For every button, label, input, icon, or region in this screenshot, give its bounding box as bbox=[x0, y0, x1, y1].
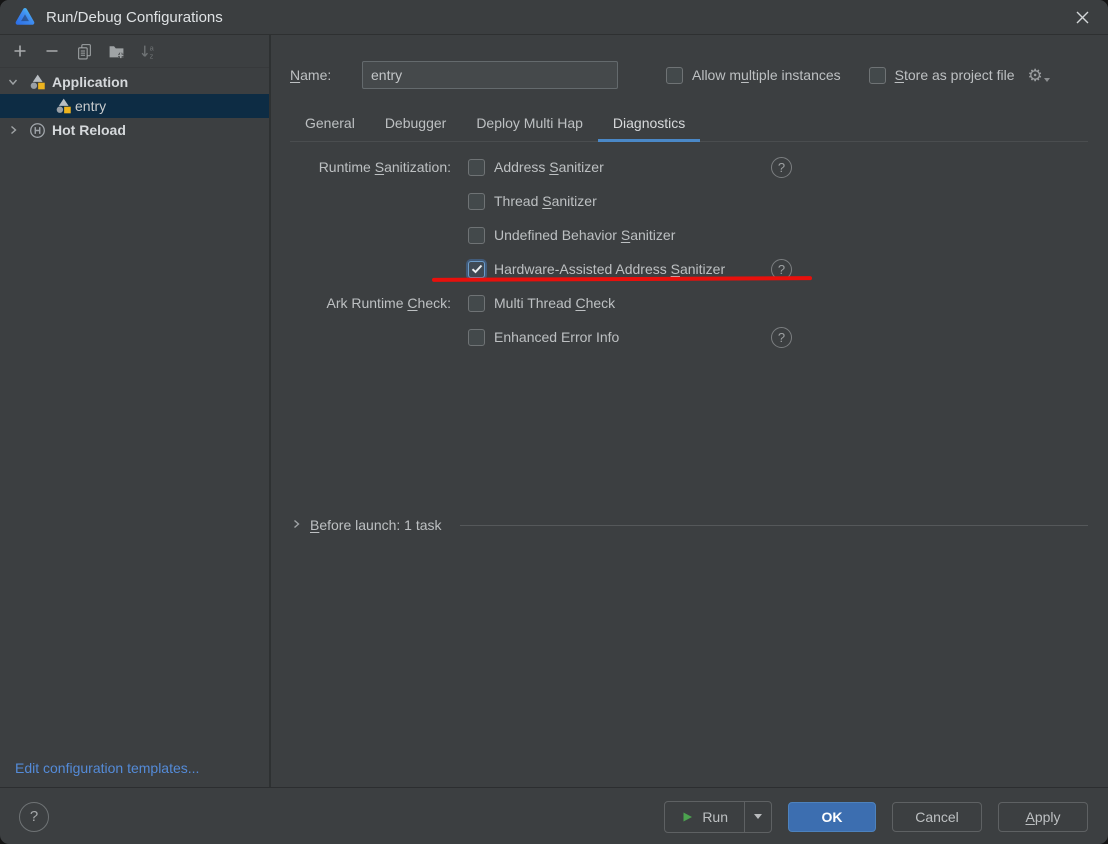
checkbox-label: Address Sanitizer bbox=[494, 159, 604, 175]
store-settings-gear-icon[interactable]: ⚙ bbox=[1027, 67, 1049, 84]
before-launch-label: Before launch: 1 task bbox=[310, 517, 442, 533]
copy-configuration-button[interactable] bbox=[72, 39, 96, 63]
tab-diagnostics[interactable]: Diagnostics bbox=[598, 107, 700, 141]
minus-icon bbox=[44, 43, 60, 59]
copy-icon bbox=[76, 43, 93, 60]
sort-alpha-icon: a z bbox=[140, 43, 157, 60]
sort-configurations-button[interactable]: a z bbox=[136, 39, 160, 63]
form-row: Thread Sanitizer bbox=[290, 184, 1088, 218]
chevron-down-icon bbox=[754, 814, 762, 819]
run-play-icon bbox=[681, 811, 693, 823]
runtime-sanitization-label: Runtime Sanitization: bbox=[290, 159, 451, 175]
checkbox-unchecked[interactable] bbox=[468, 329, 485, 346]
hardware-assisted-address-sanitizer-checkbox[interactable]: Hardware-Assisted Address Sanitizer bbox=[468, 261, 725, 278]
section-divider bbox=[460, 525, 1088, 526]
new-folder-icon bbox=[108, 43, 125, 60]
deveco-studio-logo-icon bbox=[14, 6, 36, 28]
help-icon[interactable]: ? bbox=[771, 157, 792, 178]
diagnostics-form: Runtime Sanitization: Address Sanitizer … bbox=[290, 150, 1088, 354]
close-icon bbox=[1075, 10, 1090, 25]
new-folder-button[interactable] bbox=[104, 39, 128, 63]
checkbox-unchecked[interactable] bbox=[468, 227, 485, 244]
edit-configuration-templates-link[interactable]: Edit configuration templates... bbox=[15, 760, 199, 776]
dialog-help-button[interactable]: ? bbox=[19, 802, 49, 832]
dialog-title: Run/Debug Configurations bbox=[46, 9, 223, 26]
checkbox-label: Enhanced Error Info bbox=[494, 329, 619, 345]
allow-multiple-instances-checkbox[interactable]: Allow multiple instances bbox=[666, 67, 841, 84]
checkbox-unchecked[interactable] bbox=[869, 67, 886, 84]
store-as-project-file-checkbox[interactable]: Store as project file ⚙ bbox=[869, 67, 1050, 84]
checkbox-label: Multi Thread Check bbox=[494, 295, 615, 311]
name-row: Name: Allow multiple instances Store as … bbox=[290, 60, 1088, 90]
form-row: Runtime Sanitization: Address Sanitizer … bbox=[290, 150, 1088, 184]
form-row: Enhanced Error Info ? bbox=[290, 320, 1088, 354]
close-button[interactable] bbox=[1068, 3, 1096, 31]
dialog-footer: ? Run OK Cancel Apply bbox=[0, 787, 1108, 844]
svg-text:z: z bbox=[149, 51, 153, 60]
checkbox-label: Hardware-Assisted Address Sanitizer bbox=[494, 261, 725, 277]
tab-debugger[interactable]: Debugger bbox=[370, 107, 462, 141]
check-icon bbox=[471, 264, 483, 274]
run-options-dropdown[interactable] bbox=[744, 802, 771, 832]
sidebar-toolbar: a z bbox=[0, 35, 269, 68]
name-input[interactable] bbox=[362, 61, 618, 89]
checkbox-label: Store as project file bbox=[895, 67, 1015, 83]
tab-deploy-multi-hap[interactable]: Deploy Multi Hap bbox=[461, 107, 598, 141]
help-icon[interactable]: ? bbox=[771, 327, 792, 348]
run-debug-configurations-dialog: Run/Debug Configurations bbox=[0, 0, 1108, 844]
cancel-button[interactable]: Cancel bbox=[892, 802, 982, 832]
checkbox-label: Allow multiple instances bbox=[692, 67, 841, 83]
gear-dropdown-arrow-icon bbox=[1044, 78, 1050, 82]
run-button[interactable]: Run bbox=[665, 802, 744, 832]
configuration-tabs: General Debugger Deploy Multi Hap Diagno… bbox=[290, 107, 1088, 142]
add-configuration-button[interactable] bbox=[8, 39, 32, 63]
form-row: Undefined Behavior Sanitizer bbox=[290, 218, 1088, 252]
checkbox-unchecked[interactable] bbox=[666, 67, 683, 84]
tab-general[interactable]: General bbox=[290, 107, 370, 141]
form-row: Hardware-Assisted Address Sanitizer ? bbox=[290, 252, 1088, 286]
before-launch-section[interactable]: Before launch: 1 task bbox=[290, 513, 1088, 537]
address-sanitizer-checkbox[interactable]: Address Sanitizer bbox=[468, 159, 604, 176]
configuration-editor-panel: Name: Allow multiple instances Store as … bbox=[271, 35, 1108, 787]
checkbox-unchecked[interactable] bbox=[468, 295, 485, 312]
chevron-down-icon[interactable] bbox=[6, 76, 20, 88]
tree-item-application[interactable]: Application bbox=[0, 70, 269, 94]
tree-item-label: Hot Reload bbox=[52, 122, 126, 138]
run-button-label: Run bbox=[702, 809, 728, 825]
configurations-tree: Application entry bbox=[0, 70, 269, 142]
plus-icon bbox=[12, 43, 28, 59]
chevron-right-icon[interactable] bbox=[290, 517, 302, 533]
checkbox-label: Thread Sanitizer bbox=[494, 193, 597, 209]
remove-configuration-button[interactable] bbox=[40, 39, 64, 63]
tree-item-label: entry bbox=[75, 98, 106, 114]
apply-button[interactable]: Apply bbox=[998, 802, 1088, 832]
application-icon bbox=[29, 74, 46, 91]
thread-sanitizer-checkbox[interactable]: Thread Sanitizer bbox=[468, 193, 597, 210]
checkbox-unchecked[interactable] bbox=[468, 159, 485, 176]
name-label: Name: bbox=[290, 67, 362, 83]
tree-item-entry[interactable]: entry bbox=[0, 94, 269, 118]
application-icon bbox=[55, 98, 72, 115]
hot-reload-icon bbox=[29, 122, 46, 139]
titlebar: Run/Debug Configurations bbox=[0, 0, 1108, 35]
enhanced-error-info-checkbox[interactable]: Enhanced Error Info bbox=[468, 329, 619, 346]
checkbox-label: Undefined Behavior Sanitizer bbox=[494, 227, 675, 243]
run-split-button[interactable]: Run bbox=[664, 801, 772, 833]
chevron-right-icon[interactable] bbox=[6, 124, 20, 136]
configurations-sidebar: a z Ap bbox=[0, 35, 271, 787]
undefined-behavior-sanitizer-checkbox[interactable]: Undefined Behavior Sanitizer bbox=[468, 227, 675, 244]
form-row: Ark Runtime Check: Multi Thread Check bbox=[290, 286, 1088, 320]
checkbox-unchecked[interactable] bbox=[468, 193, 485, 210]
checkbox-checked[interactable] bbox=[468, 261, 485, 278]
tree-item-hot-reload[interactable]: Hot Reload bbox=[0, 118, 269, 142]
multi-thread-check-checkbox[interactable]: Multi Thread Check bbox=[468, 295, 615, 312]
tree-item-label: Application bbox=[52, 74, 128, 90]
ok-button[interactable]: OK bbox=[788, 802, 876, 832]
ark-runtime-check-label: Ark Runtime Check: bbox=[290, 295, 451, 311]
